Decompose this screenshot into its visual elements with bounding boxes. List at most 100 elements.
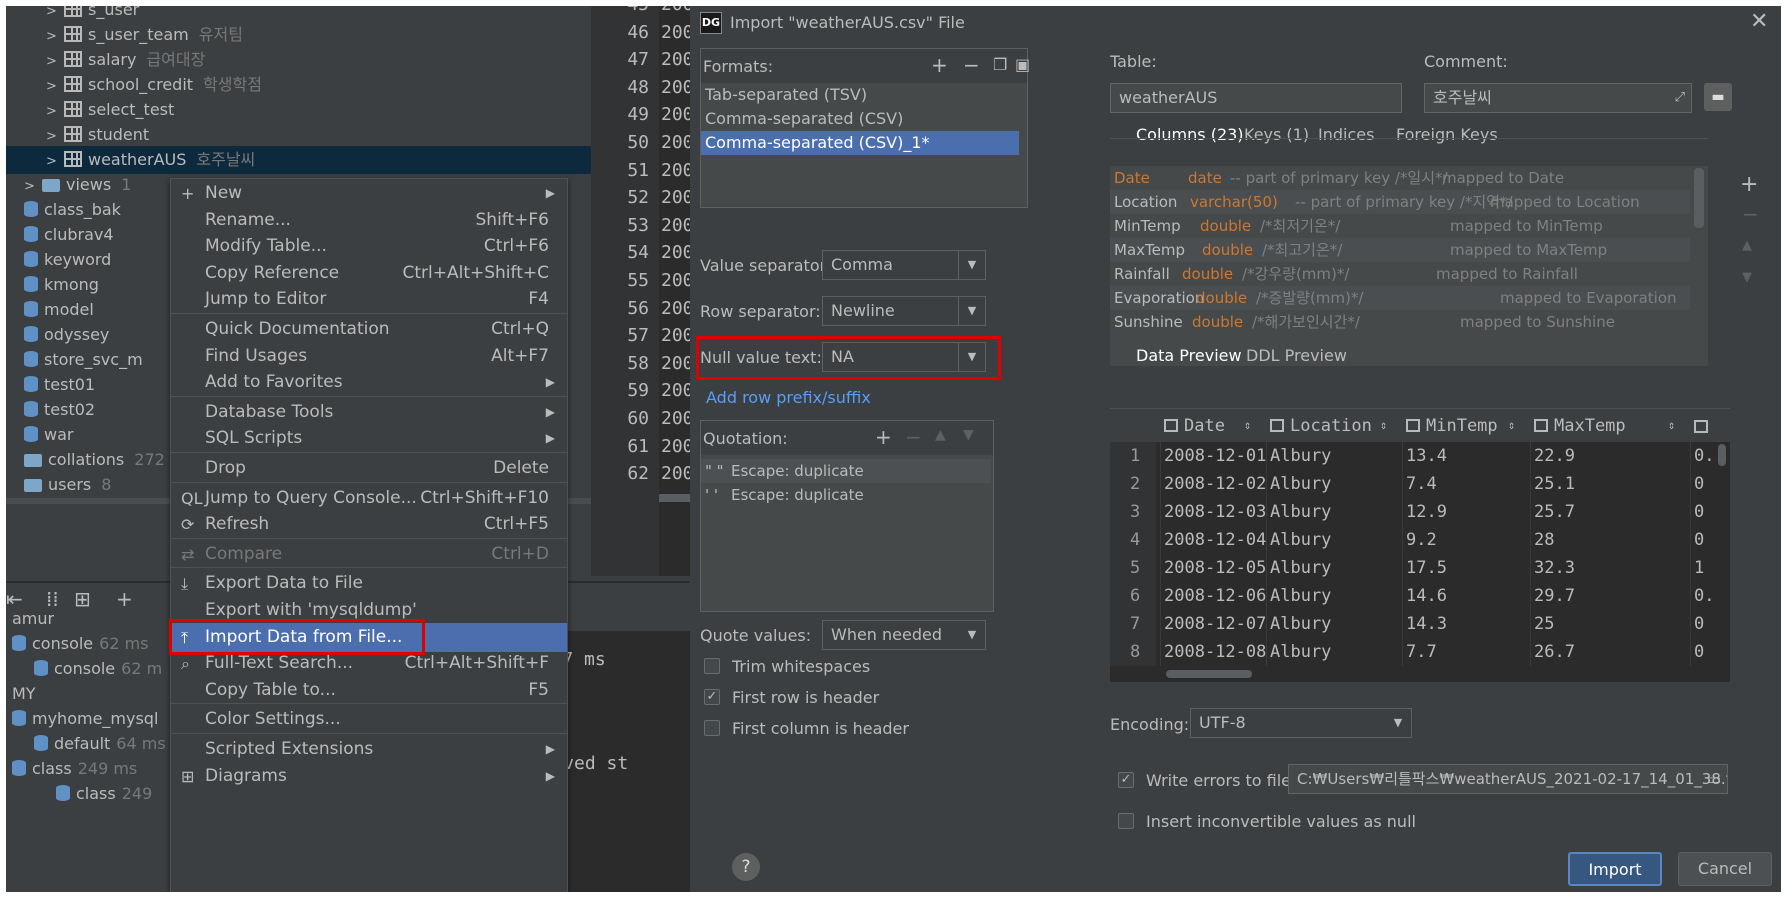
tree-item-select-test[interactable]: > select_test: [6, 96, 591, 124]
grid-cell[interactable]: Albury: [1270, 642, 1331, 662]
grid-cell[interactable]: 2008-12-03: [1164, 502, 1266, 522]
tab-ddl-preview[interactable]: DDL Preview: [1246, 346, 1347, 365]
grid-cell[interactable]: 17.5: [1406, 558, 1447, 578]
services-item[interactable]: console 62 ms: [12, 630, 149, 658]
services-item[interactable]: amur: [12, 605, 54, 633]
services-item[interactable]: console 62 m: [34, 655, 162, 683]
grid-cell[interactable]: Albury: [1270, 530, 1331, 550]
column-row[interactable]: MaxTemp double /*최고기온*/ mapped to MaxTemp: [1110, 238, 1690, 262]
menu-item-new[interactable]: + New ▶: [171, 179, 567, 208]
add-row-prefix-link[interactable]: Add row prefix/suffix: [706, 388, 871, 407]
encoding-select[interactable]: UTF-8 ▼: [1190, 708, 1412, 738]
quotation-item[interactable]: ' ' Escape: duplicate: [701, 483, 991, 507]
services-toolbar-icon[interactable]: ⊞: [74, 587, 91, 611]
option-checkbox[interactable]: [704, 658, 720, 674]
menu-item-export-data-to-file[interactable]: ⤓ Export Data to File: [171, 569, 567, 598]
grid-cell[interactable]: 1: [1694, 558, 1704, 578]
grid-cell[interactable]: Albury: [1270, 502, 1331, 522]
error-file-path-input[interactable]: C:₩Users₩리틀팍스₩weatherAUS_2021-02-17_14_0…: [1288, 764, 1728, 794]
grid-cell[interactable]: 26.7: [1534, 642, 1575, 662]
grid-cell[interactable]: 29.7: [1534, 586, 1575, 606]
format-item[interactable]: Tab-separated (TSV): [701, 83, 1019, 107]
grid-cell[interactable]: 32.3: [1534, 558, 1575, 578]
format-item[interactable]: Comma-separated (CSV)_1*: [701, 131, 1019, 155]
expand-icon[interactable]: ⤢: [1675, 84, 1685, 112]
column-row[interactable]: Rainfall double /*강우량(mm)*/ mapped to Rainf…: [1110, 262, 1690, 286]
grid-cell[interactable]: Albury: [1270, 558, 1331, 578]
tree-item-weatheraus[interactable]: > weatherAUS 호주날씨: [6, 146, 591, 174]
grid-cell[interactable]: 2008-12-01: [1164, 446, 1266, 466]
menu-item-copy-table-to[interactable]: Copy Table to... F5: [171, 676, 567, 705]
add-icon[interactable]: +: [931, 53, 948, 77]
tab-foreign-keys[interactable]: Foreign Keys: [1396, 125, 1498, 144]
horizontal-scrollbar[interactable]: [1166, 670, 1252, 678]
grid-cell[interactable]: 14.6: [1406, 586, 1447, 606]
services-item[interactable]: MY: [12, 680, 36, 708]
write-errors-checkbox[interactable]: ✓: [1118, 772, 1134, 788]
menu-item-full-text-search[interactable]: ⌕ Full-Text Search... Ctrl+Alt+Shift+F: [171, 649, 567, 678]
sort-icon[interactable]: ⇕: [1508, 418, 1515, 432]
column-row[interactable]: MinTemp double /*최저기온*/ mapped to MinTemp: [1110, 214, 1690, 238]
grid-cell[interactable]: 0: [1694, 642, 1704, 662]
grid-header-cell[interactable]: MinTemp ⇕: [1406, 416, 1515, 436]
comment-icon[interactable]: ▬: [1704, 83, 1732, 111]
folder-icon[interactable]: ▭: [1707, 765, 1721, 793]
tree-item-salary[interactable]: > salary 급여대장: [6, 46, 591, 74]
sort-icon[interactable]: ⇕: [1668, 418, 1675, 432]
column-row[interactable]: Evaporation double /*증발량(mm)*/ mapped to Ev…: [1110, 286, 1690, 310]
grid-cell[interactable]: 25.1: [1534, 474, 1575, 494]
grid-cell[interactable]: 0.: [1694, 446, 1714, 466]
menu-item-jump-to-editor[interactable]: Jump to Editor F4: [171, 285, 567, 314]
grid-cell[interactable]: 0: [1694, 614, 1704, 634]
grid-cell[interactable]: 12.9: [1406, 502, 1447, 522]
column-row[interactable]: Location varchar(50) -- part of primary ke…: [1110, 190, 1690, 214]
grid-cell[interactable]: 2008-12-07: [1164, 614, 1266, 634]
add-column-icon[interactable]: +: [1740, 172, 1758, 197]
menu-item-add-to-favorites[interactable]: Add to Favorites ▶: [171, 368, 567, 397]
sort-icon[interactable]: ⇕: [1244, 418, 1251, 432]
remove-icon[interactable]: −: [963, 53, 980, 77]
option-checkbox[interactable]: ✓: [704, 689, 720, 705]
grid-cell[interactable]: 9.2: [1406, 530, 1437, 550]
menu-item-color-settings[interactable]: Color Settings...: [171, 705, 567, 734]
menu-item-import-data-from-file[interactable]: ⤒ Import Data from File...: [169, 618, 567, 655]
format-item[interactable]: Comma-separated (CSV): [701, 107, 1019, 131]
grid-cell[interactable]: 25: [1534, 614, 1554, 634]
tab-indices[interactable]: Indices: [1318, 125, 1374, 144]
cancel-button[interactable]: Cancel: [1678, 852, 1772, 886]
scrollbar[interactable]: [1694, 168, 1704, 228]
help-button[interactable]: ?: [732, 853, 760, 881]
grid-cell[interactable]: 7.7: [1406, 642, 1437, 662]
add-icon[interactable]: +: [875, 425, 892, 449]
services-item[interactable]: myhome_mysql: [12, 705, 158, 733]
grid-cell[interactable]: 25.7: [1534, 502, 1575, 522]
sort-icon[interactable]: ⇕: [1380, 418, 1387, 432]
value-separator-select[interactable]: Comma ▼: [822, 250, 986, 280]
grid-cell[interactable]: 2008-12-05: [1164, 558, 1266, 578]
save-icon[interactable]: ▣: [1015, 55, 1030, 74]
grid-cell[interactable]: Albury: [1270, 474, 1331, 494]
menu-item-jump-to-query-console[interactable]: QL Jump to Query Console... Ctrl+Shift+F10: [171, 484, 567, 513]
grid-header-cell[interactable]: MaxTemp ⇕: [1534, 416, 1675, 436]
grid-cell[interactable]: Albury: [1270, 614, 1331, 634]
quote-values-select[interactable]: When needed ▼: [822, 620, 986, 650]
grid-cell[interactable]: Albury: [1270, 446, 1331, 466]
vertical-scrollbar[interactable]: [1718, 444, 1726, 466]
grid-cell[interactable]: 2008-12-08: [1164, 642, 1266, 662]
menu-item-sql-scripts[interactable]: SQL Scripts ▶: [171, 424, 567, 453]
column-row[interactable]: Date date -- part of primary key /*일시*/map…: [1110, 166, 1690, 190]
option-checkbox[interactable]: [704, 720, 720, 736]
tree-item-school-credit[interactable]: > school_credit 학생학점: [6, 71, 591, 99]
grid-cell[interactable]: 7.4: [1406, 474, 1437, 494]
menu-item-database-tools[interactable]: Database Tools ▶: [171, 398, 567, 427]
menu-item-rename[interactable]: Rename... Shift+F6: [171, 206, 567, 235]
tab-keys-1[interactable]: Keys (1): [1244, 125, 1309, 144]
grid-cell[interactable]: 0.: [1694, 586, 1714, 606]
insert-null-checkbox[interactable]: [1118, 813, 1134, 829]
tab-columns-23[interactable]: Columns (23): [1136, 125, 1244, 144]
menu-item-scripted-extensions[interactable]: Scripted Extensions ▶: [171, 735, 567, 764]
table-name-input[interactable]: weatherAUS: [1110, 83, 1402, 113]
close-icon[interactable]: ✕: [1750, 9, 1768, 34]
row-separator-select[interactable]: Newline ▼: [822, 296, 986, 326]
grid-header-cell[interactable]: Location ⇕: [1270, 416, 1387, 436]
